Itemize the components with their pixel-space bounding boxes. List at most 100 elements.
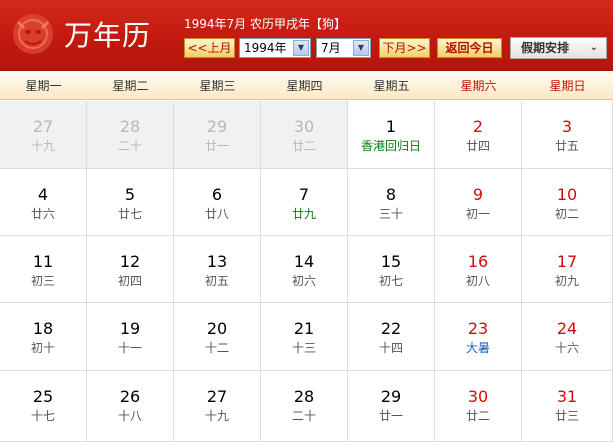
day-cell[interactable]: 23 大暑 bbox=[435, 303, 522, 371]
chevron-down-icon[interactable]: ▼ bbox=[293, 40, 309, 56]
day-cell[interactable]: 24 十六 bbox=[522, 303, 613, 371]
day-cell[interactable]: 22 十四 bbox=[348, 303, 435, 371]
current-month-info: 1994年7月 农历甲戌年【狗】 bbox=[184, 17, 346, 31]
lunar-date: 初二 bbox=[554, 207, 579, 221]
day-cell[interactable]: 12 初四 bbox=[87, 236, 174, 303]
weekday-label: 星期四 bbox=[286, 79, 323, 93]
lunar-date: 廿六 bbox=[30, 207, 55, 221]
lunar-date: 廿一 bbox=[378, 409, 403, 423]
day-cell[interactable]: 6 廿八 bbox=[174, 169, 261, 236]
day-cell[interactable]: 19 十一 bbox=[87, 303, 174, 371]
lunar-date: 十七 bbox=[30, 409, 55, 423]
day-number: 11 bbox=[32, 252, 54, 271]
day-number: 5 bbox=[124, 185, 136, 204]
day-number: 9 bbox=[472, 185, 484, 204]
day-number: 23 bbox=[467, 319, 489, 338]
lunar-date: 初七 bbox=[378, 274, 403, 288]
lunar-date: 廿五 bbox=[554, 139, 579, 153]
back-to-today-button[interactable]: 返回今日 bbox=[437, 38, 502, 58]
day-cell[interactable]: 27 十九 bbox=[0, 101, 87, 169]
weekday-header: 星期一 星期二 星期三 星期四 星期五 星期六 星期日 bbox=[0, 72, 613, 100]
lunar-date: 廿一 bbox=[204, 139, 229, 153]
lunar-date: 十八 bbox=[117, 409, 142, 423]
weekday-label: 星期六 bbox=[460, 79, 497, 93]
weekday-label: 星期五 bbox=[373, 79, 410, 93]
day-cell[interactable]: 27 十九 bbox=[174, 371, 261, 442]
day-number: 20 bbox=[206, 319, 228, 338]
day-number: 10 bbox=[556, 185, 578, 204]
day-number: 4 bbox=[37, 185, 49, 204]
day-cell[interactable]: 13 初五 bbox=[174, 236, 261, 303]
lunar-date: 三十 bbox=[378, 207, 403, 221]
day-cell[interactable]: 11 初三 bbox=[0, 236, 87, 303]
day-cell[interactable]: 7 廿九 bbox=[261, 169, 348, 236]
day-cell[interactable]: 29 廿一 bbox=[174, 101, 261, 169]
day-cell[interactable]: 2 廿四 bbox=[435, 101, 522, 169]
day-cell[interactable]: 28 二十 bbox=[261, 371, 348, 442]
day-cell[interactable]: 9 初一 bbox=[435, 169, 522, 236]
day-cell[interactable]: 26 十八 bbox=[87, 371, 174, 442]
day-cell[interactable]: 4 廿六 bbox=[0, 169, 87, 236]
month-select-value: 7月 bbox=[321, 41, 341, 55]
holiday-schedule-dropdown[interactable]: 假期安排 ⌄ bbox=[510, 37, 607, 59]
lunar-date: 初六 bbox=[291, 274, 316, 288]
lunar-date: 大暑 bbox=[465, 341, 490, 355]
lunar-date: 廿三 bbox=[554, 409, 579, 423]
next-month-button[interactable]: 下月>> bbox=[379, 38, 430, 58]
day-cell[interactable]: 20 十二 bbox=[174, 303, 261, 371]
day-cell[interactable]: 29 廿一 bbox=[348, 371, 435, 442]
prev-month-button[interactable]: <<上月 bbox=[184, 38, 235, 58]
lunar-date: 廿九 bbox=[291, 207, 316, 221]
day-number: 26 bbox=[119, 387, 141, 406]
year-select[interactable]: 1994年 ▼ bbox=[239, 38, 311, 58]
lunar-date: 廿四 bbox=[465, 139, 490, 153]
day-cell[interactable]: 8 三十 bbox=[348, 169, 435, 236]
day-cell[interactable]: 31 廿三 bbox=[522, 371, 613, 442]
day-cell[interactable]: 28 二十 bbox=[87, 101, 174, 169]
day-cell[interactable]: 10 初二 bbox=[522, 169, 613, 236]
day-number: 14 bbox=[293, 252, 315, 271]
day-cell[interactable]: 3 廿五 bbox=[522, 101, 613, 169]
year-select-value: 1994年 bbox=[244, 41, 287, 55]
day-cell[interactable]: 30 廿二 bbox=[435, 371, 522, 442]
day-number: 12 bbox=[119, 252, 141, 271]
chevron-down-icon[interactable]: ▼ bbox=[353, 40, 369, 56]
day-number: 24 bbox=[556, 319, 578, 338]
day-number: 18 bbox=[32, 319, 54, 338]
lunar-date: 十九 bbox=[204, 409, 229, 423]
day-number: 3 bbox=[561, 117, 573, 136]
lunar-date: 香港回归日 bbox=[360, 139, 421, 153]
month-select[interactable]: 7月 ▼ bbox=[316, 38, 371, 58]
calendar-header: 万年历 1994年7月 农历甲戌年【狗】 <<上月 1994年 ▼ 7月 ▼ 下… bbox=[0, 0, 613, 71]
day-cell[interactable]: 30 廿二 bbox=[261, 101, 348, 169]
day-cell[interactable]: 18 初十 bbox=[0, 303, 87, 371]
day-number: 30 bbox=[293, 117, 315, 136]
weekday-label: 星期一 bbox=[25, 79, 62, 93]
lunar-date: 初十 bbox=[30, 341, 55, 355]
day-cell[interactable]: 17 初九 bbox=[522, 236, 613, 303]
day-cell[interactable]: 16 初八 bbox=[435, 236, 522, 303]
day-number: 19 bbox=[119, 319, 141, 338]
lunar-date: 二十 bbox=[291, 409, 316, 423]
day-cell[interactable]: 14 初六 bbox=[261, 236, 348, 303]
lunar-date: 初九 bbox=[554, 274, 579, 288]
weekday-label: 星期三 bbox=[199, 79, 236, 93]
day-number: 6 bbox=[211, 185, 223, 204]
lunar-date: 初三 bbox=[30, 274, 55, 288]
weekday-label: 星期日 bbox=[549, 79, 586, 93]
day-cell[interactable]: 1 香港回归日 bbox=[348, 101, 435, 169]
day-cell[interactable]: 25 十七 bbox=[0, 371, 87, 442]
day-number: 25 bbox=[32, 387, 54, 406]
day-number: 31 bbox=[556, 387, 578, 406]
lunar-date: 初八 bbox=[465, 274, 490, 288]
day-number: 28 bbox=[293, 387, 315, 406]
lunar-date: 初五 bbox=[204, 274, 229, 288]
lunar-date: 十四 bbox=[378, 341, 403, 355]
day-cell[interactable]: 21 十三 bbox=[261, 303, 348, 371]
lunar-date: 初四 bbox=[117, 274, 142, 288]
page-title: 万年历 bbox=[64, 19, 152, 52]
day-cell[interactable]: 15 初七 bbox=[348, 236, 435, 303]
lunar-date: 初一 bbox=[465, 207, 490, 221]
lunar-date: 二十 bbox=[117, 139, 142, 153]
day-cell[interactable]: 5 廿七 bbox=[87, 169, 174, 236]
